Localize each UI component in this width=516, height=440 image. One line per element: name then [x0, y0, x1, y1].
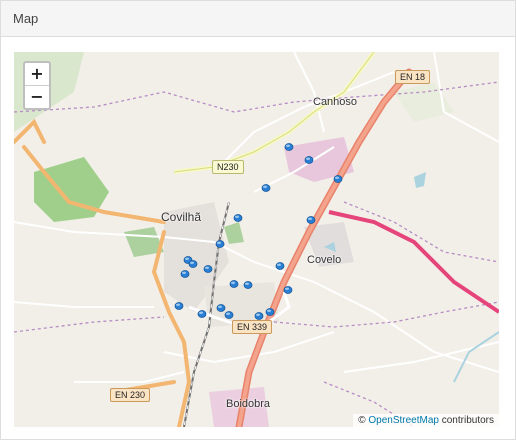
map-marker[interactable]: [216, 304, 226, 312]
zoom-in-button[interactable]: +: [25, 63, 49, 85]
map-attribution: © OpenStreetMap contributors: [353, 414, 499, 427]
map-marker[interactable]: [180, 270, 190, 278]
map-marker[interactable]: [233, 214, 243, 222]
zoom-out-button[interactable]: −: [25, 85, 49, 108]
panel-heading: Map: [1, 1, 515, 37]
map-marker[interactable]: [254, 312, 264, 320]
map-marker[interactable]: [188, 260, 198, 268]
map-marker[interactable]: [243, 281, 253, 289]
map-marker[interactable]: [203, 265, 213, 273]
map-marker[interactable]: [283, 286, 293, 294]
map-panel: Map Canhoso Covilhã Covelo Boidobra EN 1…: [0, 0, 516, 440]
map-marker[interactable]: [265, 308, 275, 316]
map-marker[interactable]: [224, 311, 234, 319]
attribution-prefix: ©: [358, 415, 366, 426]
attribution-suffix: contributors: [441, 415, 494, 426]
map-marker[interactable]: [215, 240, 225, 248]
map-marker[interactable]: [275, 262, 285, 270]
map-marker[interactable]: [261, 184, 271, 192]
map-markers: [174, 143, 343, 320]
map-marker[interactable]: [229, 280, 239, 288]
attribution-link[interactable]: OpenStreetMap: [368, 415, 439, 426]
zoom-control: + −: [23, 61, 51, 110]
map-marker[interactable]: [333, 175, 343, 183]
map-view[interactable]: Canhoso Covilhã Covelo Boidobra EN 18 N2…: [14, 52, 499, 427]
map-marker[interactable]: [174, 302, 184, 310]
map-marker[interactable]: [197, 310, 207, 318]
map-marker[interactable]: [304, 156, 314, 164]
map-marker[interactable]: [306, 216, 316, 224]
panel-title: Map: [13, 11, 39, 26]
map-marker[interactable]: [284, 143, 294, 151]
